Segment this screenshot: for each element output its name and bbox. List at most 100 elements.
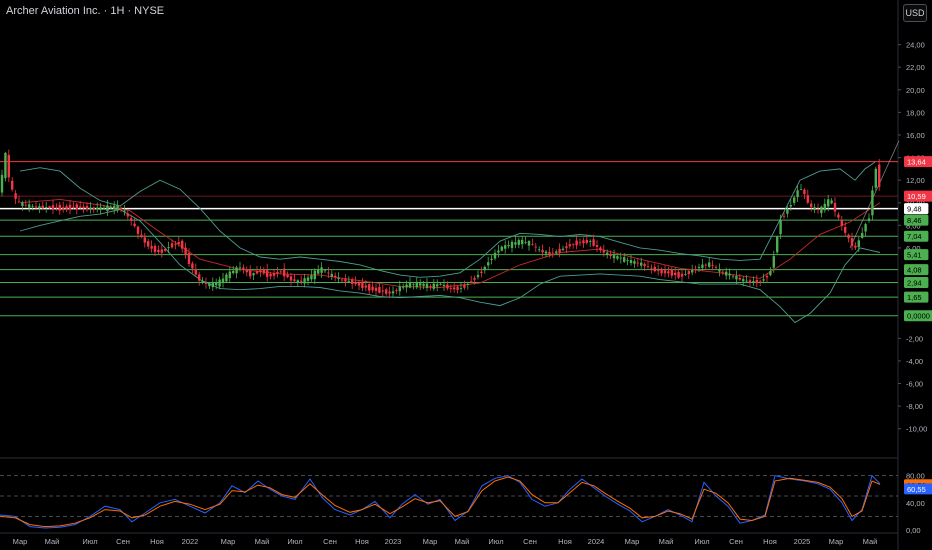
candle-body	[871, 190, 874, 216]
level-label: 10,59	[907, 192, 926, 201]
candle-body	[191, 263, 194, 269]
candle-body	[374, 287, 378, 291]
candle-body	[493, 252, 497, 259]
candle-body	[653, 266, 656, 272]
candle-body	[677, 271, 680, 278]
candle-body	[521, 239, 524, 245]
candle-body	[201, 281, 204, 283]
time-tick-label: 2022	[182, 537, 199, 546]
candle-body	[113, 205, 116, 210]
candle-body	[684, 274, 687, 275]
candle-body	[759, 281, 762, 283]
candle-body	[429, 285, 432, 287]
candle-body	[289, 276, 293, 281]
price-tick-label: 12,00	[906, 176, 925, 185]
candle-body	[609, 254, 612, 257]
candle-body	[198, 274, 201, 281]
candle-body	[398, 286, 401, 292]
candle-body	[4, 152, 7, 179]
level-label: 7,04	[907, 232, 922, 241]
candle-body	[823, 203, 826, 211]
candle-body	[109, 206, 112, 209]
chart-canvas[interactable]: 24,0022,0020,0018,0016,0014,0012,0010,00…	[0, 0, 932, 550]
candle-body	[89, 207, 92, 210]
candle-body	[167, 247, 170, 249]
candle-body	[687, 271, 690, 275]
candle-body	[106, 205, 109, 211]
candle-body	[310, 275, 313, 280]
candle-body	[351, 279, 354, 284]
candle-body	[548, 251, 551, 255]
candle-body	[867, 218, 871, 221]
candle-body	[762, 279, 765, 281]
time-tick-label: Май	[659, 537, 674, 546]
candle-body	[728, 273, 731, 276]
candle-body	[313, 270, 316, 280]
candle-body	[300, 280, 303, 282]
candle-body	[126, 213, 129, 217]
level-label: 4,08	[907, 266, 922, 275]
candle-body	[102, 207, 106, 209]
candle-body	[820, 206, 823, 214]
candle-body	[408, 282, 412, 288]
candle-body	[731, 275, 735, 277]
candle-body	[541, 250, 544, 253]
candle-body	[259, 270, 262, 272]
candle-body	[14, 193, 17, 199]
time-tick-label: Мар	[221, 537, 236, 546]
candle-body	[283, 268, 286, 277]
candle-body	[24, 204, 27, 206]
candle-body	[215, 282, 218, 286]
candle-body	[323, 270, 327, 272]
time-tick-label: Сен	[523, 537, 537, 546]
candle-body	[878, 164, 881, 188]
level-label: 1,65	[907, 293, 922, 302]
candle-body	[58, 204, 61, 211]
candle-body	[453, 287, 456, 290]
candle-body	[266, 269, 269, 277]
candle-body	[34, 206, 38, 208]
time-tick-label: Мар	[829, 537, 844, 546]
candle-body	[385, 289, 388, 294]
candle-body	[436, 284, 439, 287]
candle-body	[425, 283, 429, 288]
candle-body	[415, 281, 418, 288]
candle-body	[143, 237, 146, 243]
candle-body	[177, 242, 180, 244]
candle-body	[181, 240, 184, 249]
candle-body	[419, 283, 422, 286]
candle-body	[17, 201, 21, 203]
candle-body	[395, 290, 398, 291]
candle-body	[133, 223, 136, 227]
candle-body	[691, 270, 694, 273]
candle-body	[147, 241, 150, 247]
time-tick-label: 2023	[385, 537, 402, 546]
candle-body	[330, 273, 333, 277]
candle-body	[204, 282, 208, 284]
candle-body	[296, 280, 299, 283]
candle-body	[459, 288, 463, 289]
candle-body	[864, 224, 867, 232]
candle-body	[592, 239, 595, 246]
candle-body	[538, 249, 541, 251]
candle-body	[252, 273, 255, 276]
candle-body	[116, 205, 119, 210]
candle-body	[558, 248, 561, 253]
candle-body	[626, 260, 629, 261]
candle-body	[99, 207, 102, 210]
candle-body	[544, 251, 548, 254]
candle-body	[670, 269, 673, 276]
time-tick-label: Сен	[729, 537, 743, 546]
candle-body	[31, 205, 34, 207]
candle-body	[742, 279, 745, 282]
candle-body	[531, 243, 534, 245]
candle-body	[361, 282, 364, 289]
candle-body	[640, 262, 643, 266]
candle-body	[0, 174, 4, 193]
candle-body	[41, 205, 44, 209]
time-tick-label: Май	[255, 537, 270, 546]
candle-body	[249, 270, 252, 277]
candle-body	[568, 244, 571, 247]
candle-body	[643, 263, 646, 267]
candle-body	[844, 226, 847, 233]
